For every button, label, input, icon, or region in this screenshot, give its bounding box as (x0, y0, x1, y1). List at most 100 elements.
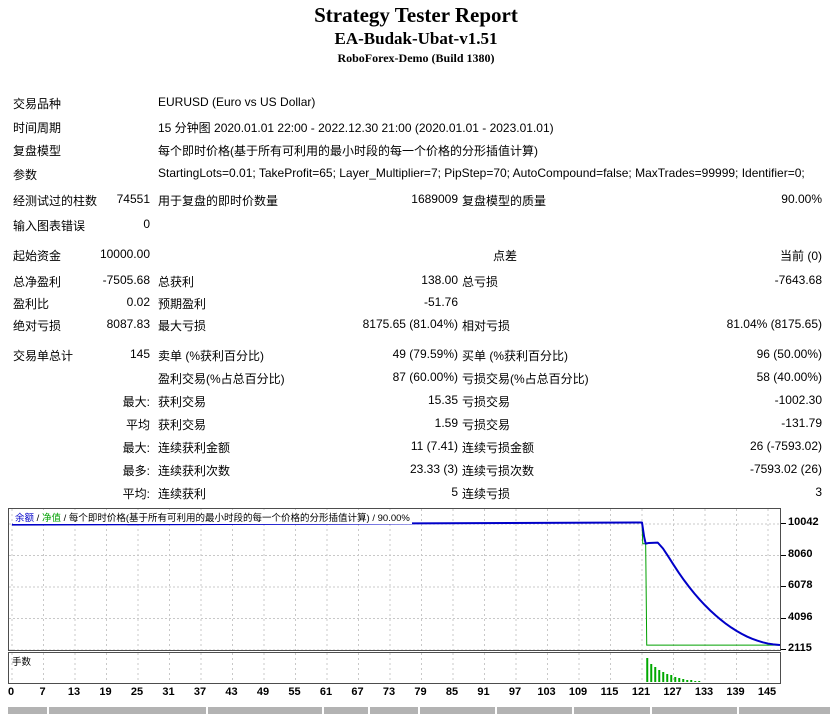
row-symbol: 交易品种 EURUSD (Euro vs US Dollar) (0, 95, 832, 111)
value-consecutive-wins-amount: 11 (7.41) (410, 439, 458, 453)
y-axis-label: 10042 (788, 516, 819, 528)
value-largest-loss-trade: -1002.30 (774, 393, 822, 407)
x-axis-label: 85 (445, 686, 459, 698)
server-build: RoboForex-Demo (Build 1380) (337, 51, 495, 65)
x-axis-label: 37 (193, 686, 207, 698)
value-relative-drawdown: 81.04% (8175.65) (726, 317, 822, 331)
prefix-largest: 最大: (122, 395, 150, 409)
equity-line (11, 521, 780, 646)
x-axis-label: 103 (537, 686, 556, 698)
value-maximal-drawdown: 8175.65 (81.04%) (362, 317, 458, 331)
y-axis-label: 2115 (788, 642, 812, 654)
value-gross-profit: 138.00 (421, 273, 458, 287)
row-total-trades: 交易单总计 145 卖单 (%获利百分比) 49 (79.59%) 买单 (%获利百… (0, 347, 832, 363)
value-modelling-quality: 90.00% (781, 192, 822, 206)
value-initial-deposit: 10000.00 (99, 247, 150, 261)
label-symbol: 交易品种 (13, 97, 62, 111)
table-header-segment (739, 707, 830, 714)
trades-table-header-clipped (0, 707, 832, 715)
prefix-average-consecutive: 平均: (122, 487, 150, 501)
label-parameters: 参数 (13, 168, 38, 182)
x-axis-label: 7 (39, 686, 46, 698)
table-header-segment (324, 707, 368, 714)
y-axis-label: 4096 (788, 611, 813, 623)
value-bars-tested: 74551 (116, 192, 150, 206)
row-drawdown: 绝对亏损 8087.83 最大亏损 8175.65 (81.04%) 相对亏损 81.… (0, 317, 832, 333)
value-total-trades: 145 (129, 347, 150, 361)
x-axis-label: 55 (288, 686, 301, 698)
row-net-profit: 总净盈利 -7505.68 总获利 138.00 总亏损 -7643.68 (0, 273, 832, 289)
y-axis-tick (781, 523, 786, 524)
value-spread: 当前 (0) (779, 249, 822, 263)
x-axis-label: 133 (694, 686, 714, 698)
x-axis-label: 25 (130, 686, 144, 698)
value-gross-loss: -7643.68 (774, 273, 822, 287)
value-symbol: EURUSD (Euro vs US Dollar) (158, 95, 316, 109)
row-model: 复盘模型 每个即时价格(基于所有可利用的最小时段的每一个价格的分形插值计算) (0, 142, 832, 158)
y-axis-tick (781, 586, 786, 587)
row-chart-errors: 输入图表错误 0 (0, 217, 832, 233)
label-period: 时间周期 (13, 121, 62, 135)
x-axis-label: 19 (99, 686, 112, 698)
y-axis-tick (781, 618, 786, 619)
prefix-average: 平均 (125, 418, 150, 432)
value-largest-profit-trade: 15.35 (427, 393, 458, 407)
row-period: 时间周期 15 分钟图 2020.01.01 22:00 - 2022.12.30… (0, 119, 832, 135)
value-profit-factor: 0.02 (126, 295, 150, 309)
balance-chart-canvas (9, 509, 780, 650)
y-axis-label: 6078 (788, 579, 813, 591)
row-profit-trades: 盈利交易(%占总百分比) 87 (60.00%) 亏损交易(%占总百分比) 58 (… (0, 370, 832, 386)
value-short-positions: 49 (79.59%) (392, 347, 458, 361)
x-axis-label: 31 (162, 686, 175, 698)
legend-sep2: / (60, 513, 69, 524)
value-profit-trades: 87 (60.00%) (392, 370, 458, 384)
value-chart-errors: 0 (143, 217, 150, 231)
row-bars-tested: 经测试过的柱数 74551 用于复盘的即时价数量 1689009 复盘模型的质量 90… (0, 192, 832, 208)
x-axis-label: 49 (256, 686, 270, 698)
value-average-profit-trade: 1.59 (434, 416, 458, 430)
lots-chart-canvas (11, 653, 769, 683)
table-header-segment (8, 707, 47, 714)
x-axis-label: 109 (568, 686, 588, 698)
table-header-segment (652, 707, 737, 714)
x-axis-label: 67 (351, 686, 364, 698)
x-axis-label: 0 (7, 686, 15, 698)
x-axis-label: 13 (67, 686, 81, 698)
row-average-consecutive: 平均: 连续获利 5 连续亏损 3 (0, 485, 832, 501)
value-absolute-drawdown: 8087.83 (106, 317, 150, 331)
value-long-positions: 96 (50.00%) (756, 347, 822, 361)
report-header: Strategy Tester Report EA-Budak-Ubat-v1.… (0, 0, 832, 66)
strategy-tester-report: Strategy Tester Report EA-Budak-Ubat-v1.… (0, 0, 832, 715)
table-header-segment (497, 707, 572, 714)
table-header-segment (49, 707, 206, 714)
y-axis-tick (781, 555, 786, 556)
x-axis-label: 73 (382, 686, 396, 698)
row-maximum-consecutive: 最大: 连续获利金额 11 (7.41) 连续亏损金额 26 (-7593.02) (0, 439, 832, 455)
value-expected-payoff: -51.76 (423, 295, 458, 309)
label-model: 复盘模型 (13, 144, 62, 158)
x-axis-label: 115 (600, 686, 619, 698)
prefix-maximum: 最大: (122, 441, 150, 455)
page-title: Strategy Tester Report (314, 3, 518, 27)
x-axis-label: 61 (319, 686, 333, 698)
x-axis-label: 127 (663, 686, 682, 698)
row-maximal-consecutive: 最多: 连续获利次数 23.33 (3) 连续亏损次数 -7593.02 (26) (0, 462, 832, 478)
value-average-consecutive-wins: 5 (451, 485, 458, 499)
chart-x-axis: 0 7 13 19 25 31 37 43 49 55 61 67 73 79 85 91 97 103 109 11… (8, 686, 798, 700)
row-initial-deposit: 起始资金 10000.00 点差 当前 (0) (0, 247, 832, 263)
chart-y-axis: 10042 8060 6078 4096 2115 (781, 508, 832, 658)
x-axis-label: 43 (225, 686, 238, 698)
value-consecutive-losses-amount: 26 (-7593.02) (749, 439, 822, 453)
value-average-consecutive-losses: 3 (815, 485, 822, 499)
value-ticks-modelled: 1689009 (411, 192, 458, 206)
value-loss-trades: 58 (40.00%) (756, 370, 822, 384)
balance-line (11, 521, 780, 646)
legend-balance: 余额 (15, 513, 35, 524)
table-header-segment (420, 707, 495, 714)
x-axis-label: 139 (726, 686, 745, 698)
table-header-segment (574, 707, 650, 714)
table-header-segment (370, 707, 418, 714)
lots-label: 手数 (12, 657, 32, 668)
x-axis-label: 91 (477, 686, 490, 698)
x-axis-label: 121 (631, 686, 651, 698)
